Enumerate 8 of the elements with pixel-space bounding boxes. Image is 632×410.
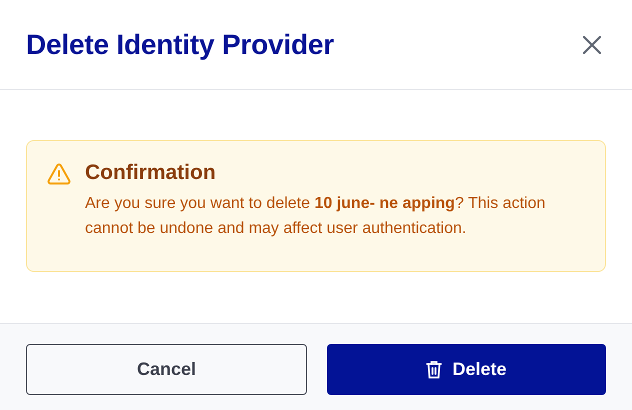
trash-icon [426, 360, 442, 379]
close-icon [582, 34, 602, 54]
alert-message: Are you sure you want to delete 10 june- ne apping? This action cannot be undone and may affect user authentication. [85, 194, 546, 239]
alert-title: Confirmation [85, 161, 217, 185]
warning-icon [47, 163, 71, 185]
delete-button[interactable]: Delete [327, 344, 606, 395]
dialog-title: Delete Identity Provider [26, 28, 334, 60]
cancel-button[interactable]: Cancel [26, 344, 307, 395]
